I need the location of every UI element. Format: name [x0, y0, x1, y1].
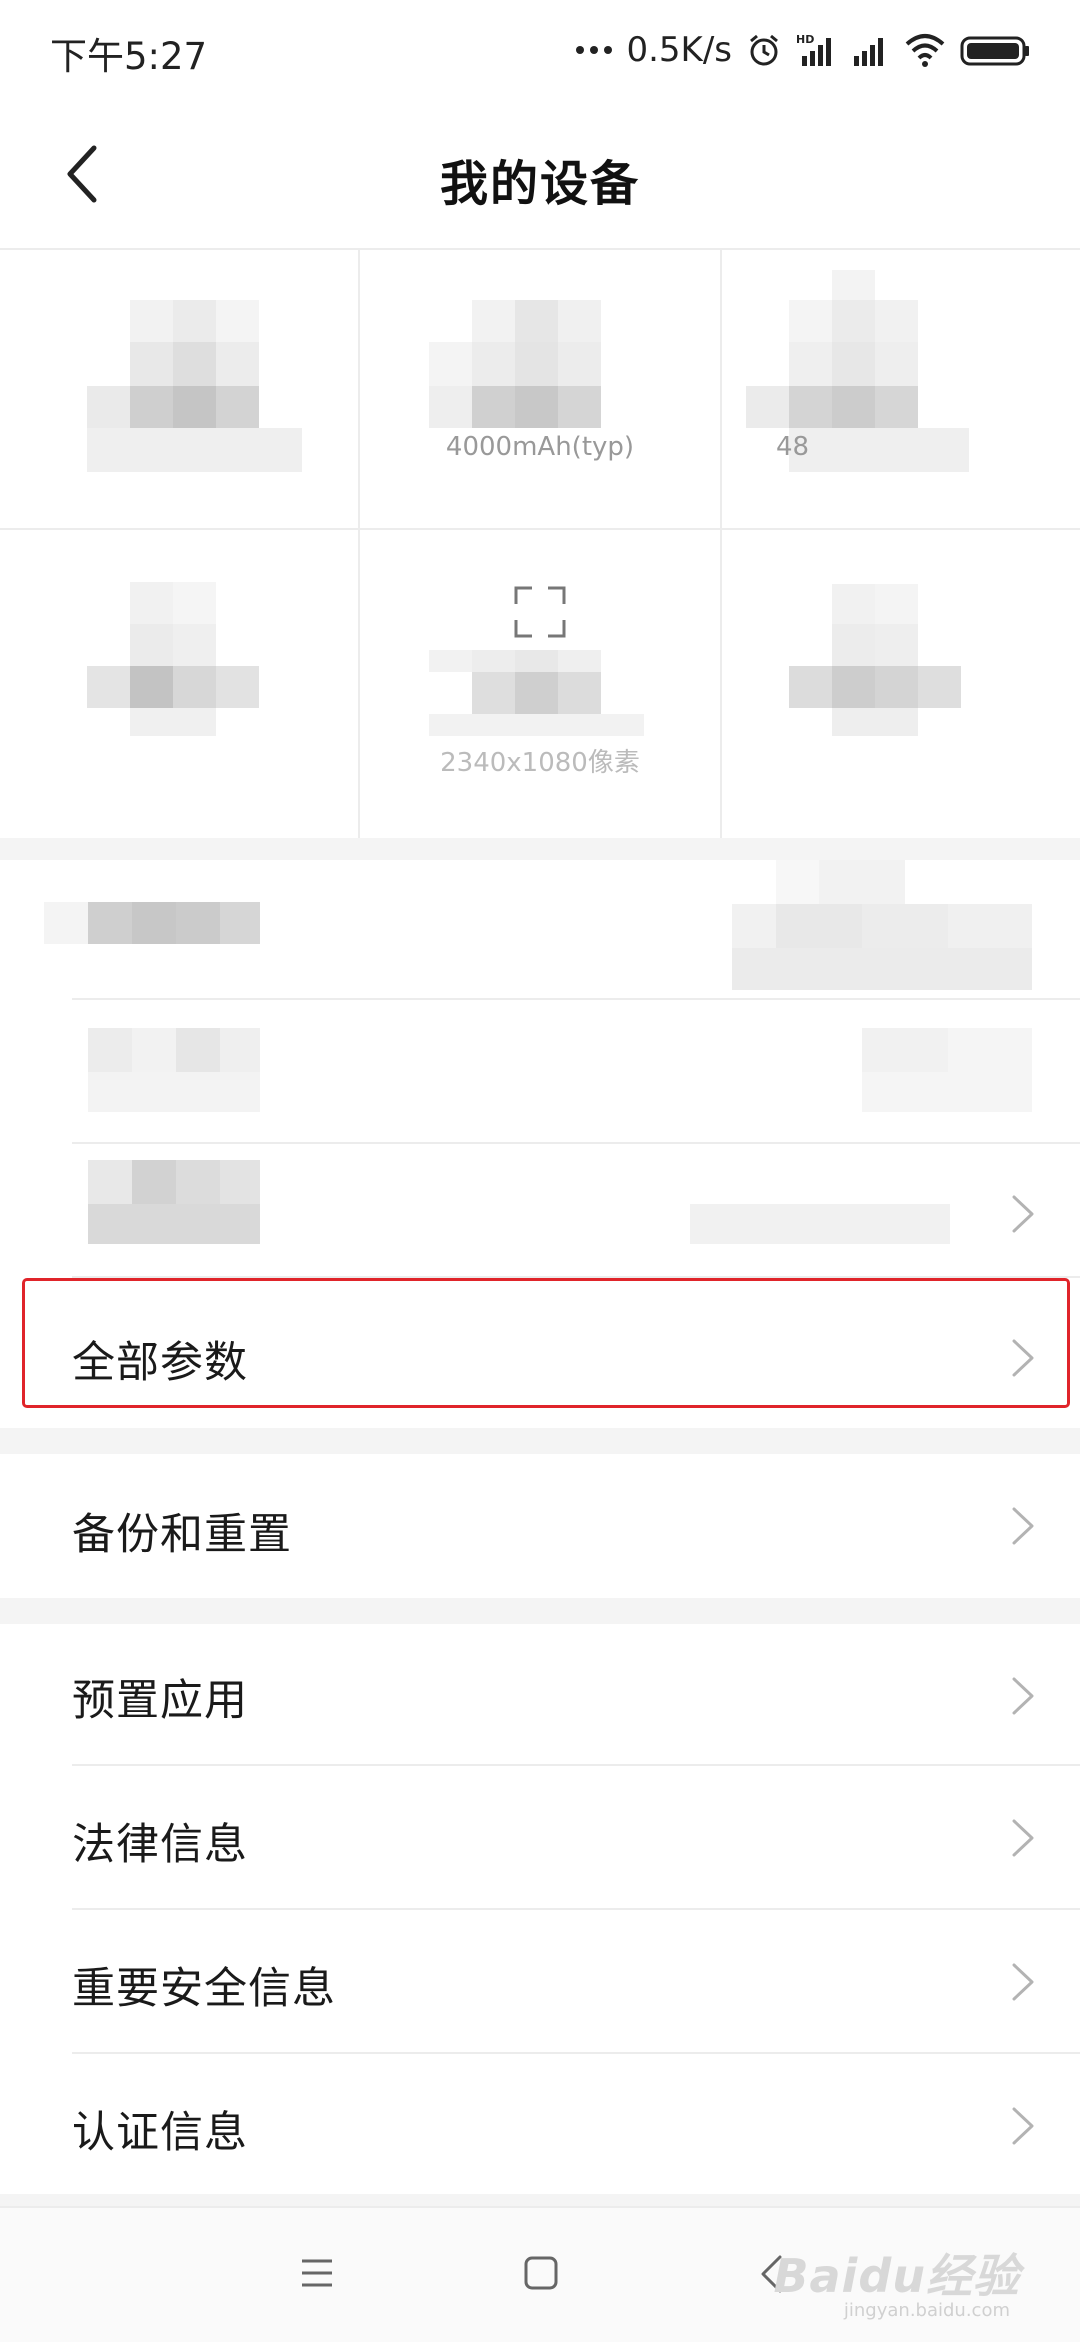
wifi-icon — [905, 34, 945, 67]
spec-cell-battery[interactable]: 4000mAh(typ) — [360, 250, 720, 528]
spec-cell-storage[interactable] — [722, 530, 1080, 838]
network-speed: 0.5K/s — [626, 30, 732, 70]
battery-icon — [960, 36, 1029, 66]
battery-spec-value: 4000mAh(typ) — [445, 432, 635, 462]
chevron-right-icon — [1012, 1963, 1034, 2001]
section-gap — [0, 838, 1080, 860]
more-dots-icon — [576, 46, 613, 54]
preinstalled-apps-row[interactable]: 预置应用 — [0, 1624, 1080, 1766]
screen-icon — [514, 586, 566, 638]
blurred-row-3[interactable] — [0, 1144, 1080, 1278]
home-square-icon[interactable] — [524, 2256, 558, 2290]
chevron-right-icon — [1012, 2107, 1034, 2145]
blurred-row-1[interactable] — [0, 860, 1080, 1000]
alarm-icon — [750, 34, 778, 66]
menu-icon[interactable] — [300, 2258, 334, 2288]
blurred-row-2[interactable] — [0, 1000, 1080, 1144]
spec-grid: 4000mAh(typ) 48 2340x1080像素 — [0, 250, 1080, 838]
spec-cell-screen-size[interactable] — [0, 530, 358, 838]
watermark-sub: jingyan.baidu.com — [843, 2300, 1010, 2321]
legal-info-label: 法律信息 — [72, 1820, 248, 1870]
status-time: 下午5:27 — [50, 35, 208, 78]
chevron-right-icon — [1012, 1507, 1034, 1545]
watermark: Baidu经验 — [773, 2249, 1020, 2303]
safety-info-row[interactable]: 重要安全信息 — [0, 1910, 1080, 2052]
spec-cell-1[interactable] — [0, 250, 358, 528]
legal-info-row[interactable]: 法律信息 — [0, 1766, 1080, 1908]
highlight-box — [22, 1278, 1070, 1408]
preinstalled-apps-label: 预置应用 — [72, 1676, 248, 1726]
backup-reset-label: 备份和重置 — [72, 1510, 292, 1560]
spec-cell-resolution[interactable]: 2340x1080像素 — [360, 530, 720, 838]
camera-spec-value: 48 — [776, 432, 810, 462]
certification-info-row[interactable]: 认证信息 — [0, 2054, 1080, 2194]
backup-reset-row[interactable]: 备份和重置 — [0, 1454, 1080, 1598]
chevron-right-icon — [1012, 1195, 1034, 1233]
hd-signal-icon: HD — [796, 33, 831, 66]
page-title: 我的设备 — [439, 156, 640, 212]
section-gap — [0, 1428, 1080, 1454]
chevron-right-icon — [1012, 1677, 1034, 1715]
spec-cell-camera[interactable]: 48 — [722, 250, 1080, 528]
signal-icon — [854, 38, 883, 66]
certification-info-label: 认证信息 — [72, 2108, 248, 2158]
section-gap — [0, 1598, 1080, 1624]
resolution-spec-value: 2340x1080像素 — [440, 748, 640, 778]
status-icons: 0.5K/s HD — [576, 22, 1030, 78]
safety-info-label: 重要安全信息 — [72, 1964, 336, 2014]
chevron-right-icon — [1012, 1819, 1034, 1857]
svg-text:HD: HD — [796, 33, 814, 46]
